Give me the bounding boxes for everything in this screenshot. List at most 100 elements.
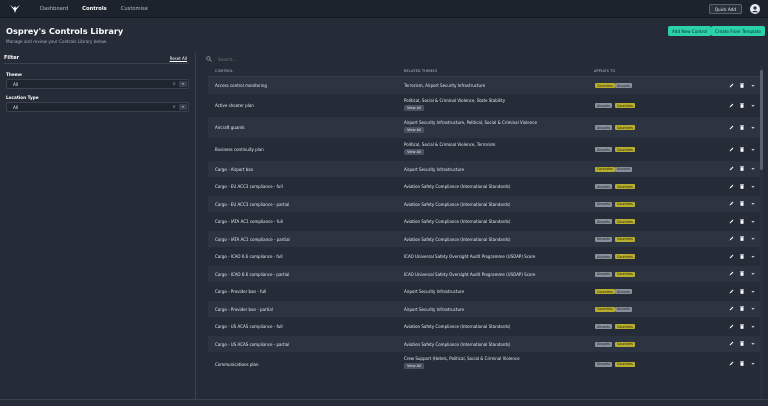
table-row[interactable]: Cargo - Provider ban - full Airport Secur… — [208, 283, 760, 301]
control-name[interactable]: Cargo - ICAO 6.6 compliance - full — [215, 254, 283, 259]
control-name[interactable]: Cargo - Provider ban - full — [215, 289, 266, 294]
control-name[interactable]: Cargo - US ACAS compliance - full — [215, 324, 283, 329]
table-row[interactable]: Cargo - Airport ban Airport Security Infr… — [208, 160, 760, 178]
control-name[interactable]: Cargo - Provider ban - partial — [215, 307, 273, 312]
control-name[interactable]: Cargo - EU ACC3 compliance - partial — [215, 202, 289, 207]
control-name[interactable]: Cargo - ICAO 6.6 compliance - partial — [215, 272, 289, 277]
nav-customise[interactable]: Customise — [121, 6, 148, 12]
control-name[interactable]: Cargo - IATA AC1 compliance - full — [215, 219, 283, 224]
control-name[interactable]: Cargo - US ACAS compliance - partial — [215, 342, 289, 347]
column-header-applies-to[interactable]: APPLIES TO — [594, 69, 615, 73]
column-header-control[interactable]: CONTROL — [215, 69, 233, 73]
control-name[interactable]: Business continuity plan — [215, 147, 264, 152]
location-type-select[interactable]: All × ▾ — [6, 102, 189, 112]
edit-pencil-icon[interactable] — [729, 361, 734, 368]
edit-pencil-icon[interactable] — [729, 324, 734, 331]
more-chevron-icon[interactable] — [751, 236, 755, 243]
delete-trash-icon[interactable] — [740, 102, 744, 110]
table-row[interactable]: Cargo - IATA AC1 compliance - full Aviati… — [208, 213, 760, 231]
delete-trash-icon[interactable] — [740, 124, 744, 132]
view-all-button[interactable]: View All — [404, 104, 425, 111]
edit-pencil-icon[interactable] — [729, 125, 734, 132]
table-row[interactable]: Business continuity plan Political, Socia… — [208, 138, 760, 161]
more-chevron-icon[interactable] — [751, 289, 755, 296]
edit-pencil-icon[interactable] — [729, 289, 734, 296]
edit-pencil-icon[interactable] — [729, 166, 734, 173]
control-name[interactable]: Access control monitoring — [215, 83, 267, 88]
table-row[interactable]: Cargo - US ACAS compliance - full Aviatio… — [208, 318, 760, 336]
delete-trash-icon[interactable] — [740, 306, 744, 313]
osprey-logo-icon[interactable] — [4, 0, 26, 18]
delete-trash-icon[interactable] — [740, 146, 744, 154]
edit-pencil-icon[interactable] — [729, 306, 734, 313]
search-input[interactable] — [218, 56, 518, 62]
table-scrollbar[interactable] — [760, 66, 763, 400]
delete-trash-icon[interactable] — [740, 254, 744, 261]
control-name[interactable]: Active shooter plan — [215, 103, 254, 108]
table-row[interactable]: Communications plan Crew Support (Hotels,… — [208, 353, 760, 375]
edit-pencil-icon[interactable] — [729, 147, 734, 154]
delete-trash-icon[interactable] — [740, 289, 744, 296]
more-chevron-icon[interactable] — [751, 254, 755, 261]
more-chevron-icon[interactable] — [751, 184, 755, 191]
edit-pencil-icon[interactable] — [729, 271, 734, 278]
more-chevron-icon[interactable] — [751, 201, 755, 208]
delete-trash-icon[interactable] — [740, 219, 744, 226]
more-chevron-icon[interactable] — [751, 306, 755, 313]
control-name[interactable]: Cargo - IATA AC1 compliance - partial — [215, 237, 290, 242]
reset-all-link[interactable]: Reset All — [170, 56, 187, 61]
edit-pencil-icon[interactable] — [729, 341, 734, 348]
edit-pencil-icon[interactable] — [729, 184, 734, 191]
more-chevron-icon[interactable] — [751, 83, 755, 90]
add-new-control-button[interactable]: Add New Control — [668, 26, 712, 36]
table-row[interactable]: Cargo - ICAO 6.6 compliance - full ICAO U… — [208, 248, 760, 266]
nav-controls[interactable]: Controls — [82, 6, 107, 12]
more-chevron-icon[interactable] — [751, 166, 755, 173]
delete-trash-icon[interactable] — [740, 83, 744, 90]
chevron-down-icon[interactable]: ▾ — [179, 104, 187, 110]
clear-location-icon[interactable]: × — [172, 105, 176, 110]
table-row[interactable]: Cargo - US ACAS compliance - partial Avia… — [208, 335, 760, 353]
table-row[interactable]: Active shooter plan Political, Social & C… — [208, 94, 760, 117]
view-all-button[interactable]: View All — [404, 148, 425, 155]
delete-trash-icon[interactable] — [740, 361, 744, 368]
more-chevron-icon[interactable] — [751, 341, 755, 348]
edit-pencil-icon[interactable] — [729, 83, 734, 90]
delete-trash-icon[interactable] — [740, 341, 744, 348]
delete-trash-icon[interactable] — [740, 166, 744, 173]
quick-add-button[interactable]: Quick Add — [708, 4, 742, 14]
edit-pencil-icon[interactable] — [729, 236, 734, 243]
scrollbar-thumb[interactable] — [760, 70, 763, 170]
table-row[interactable]: Cargo - ICAO 6.6 compliance - partial ICA… — [208, 265, 760, 283]
more-chevron-icon[interactable] — [751, 103, 755, 110]
delete-trash-icon[interactable] — [740, 184, 744, 191]
edit-pencil-icon[interactable] — [729, 103, 734, 110]
table-row[interactable]: Access control monitoring Terrorism, Airp… — [208, 77, 760, 95]
view-all-button[interactable]: View All — [404, 126, 425, 133]
theme-select[interactable]: All × ▾ — [6, 79, 189, 89]
table-row[interactable]: Aircraft guards Airport Security Infrastr… — [208, 116, 760, 139]
more-chevron-icon[interactable] — [751, 324, 755, 331]
more-chevron-icon[interactable] — [751, 147, 755, 154]
delete-trash-icon[interactable] — [740, 271, 744, 278]
more-chevron-icon[interactable] — [751, 361, 755, 368]
delete-trash-icon[interactable] — [740, 324, 744, 331]
table-row[interactable]: Cargo - IATA AC1 compliance - partial Avi… — [208, 230, 760, 248]
chevron-down-icon[interactable]: ▾ — [179, 81, 187, 87]
delete-trash-icon[interactable] — [740, 201, 744, 208]
table-row[interactable]: Cargo - EU ACC3 compliance - partial Avia… — [208, 195, 760, 213]
nav-dashboard[interactable]: Dashboard — [40, 6, 68, 12]
view-all-button[interactable]: View All — [404, 363, 425, 369]
column-header-related-themes[interactable]: RELATED THEMES — [404, 69, 437, 73]
table-row[interactable]: Cargo - Provider ban - partial Airport Se… — [208, 300, 760, 318]
delete-trash-icon[interactable] — [740, 236, 744, 243]
table-row[interactable]: Cargo - EU ACC3 compliance - full Aviatio… — [208, 178, 760, 196]
more-chevron-icon[interactable] — [751, 219, 755, 226]
user-avatar-icon[interactable] — [750, 4, 760, 14]
control-name[interactable]: Aircraft guards — [215, 125, 245, 130]
create-from-template-button[interactable]: Create From Template — [711, 26, 766, 36]
control-name[interactable]: Cargo - EU ACC3 compliance - full — [215, 184, 283, 189]
edit-pencil-icon[interactable] — [729, 201, 734, 208]
clear-theme-icon[interactable]: × — [172, 82, 176, 87]
control-name[interactable]: Cargo - Airport ban — [215, 167, 253, 172]
